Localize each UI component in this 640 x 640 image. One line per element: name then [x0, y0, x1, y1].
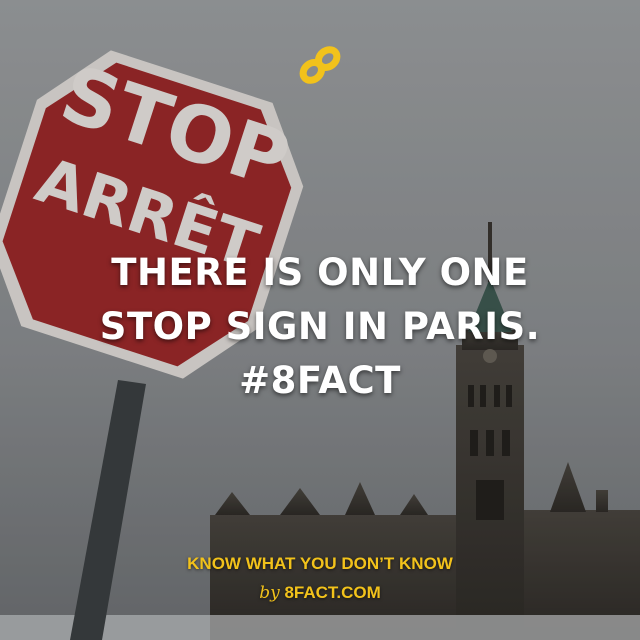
site-link[interactable]: 8FACT.COM	[284, 583, 380, 602]
byline: by 8FACT.COM	[0, 582, 640, 604]
infinity-eight-logo-icon	[299, 46, 341, 84]
byline-by: by	[259, 583, 280, 603]
fact-hashtag: #8FACT	[239, 359, 401, 402]
fact-line-2: STOP SIGN IN PARIS.	[99, 305, 541, 348]
tagline: KNOW WHAT YOU DON’T KNOW	[187, 554, 453, 573]
fact-card: STOP ARRÊT THERE IS ONLY ONE STOP SIGN I…	[0, 0, 640, 640]
fact-line-1: THERE IS ONLY ONE	[111, 251, 529, 294]
fact-text: THERE IS ONLY ONE STOP SIGN IN PARIS. #8…	[0, 246, 640, 408]
